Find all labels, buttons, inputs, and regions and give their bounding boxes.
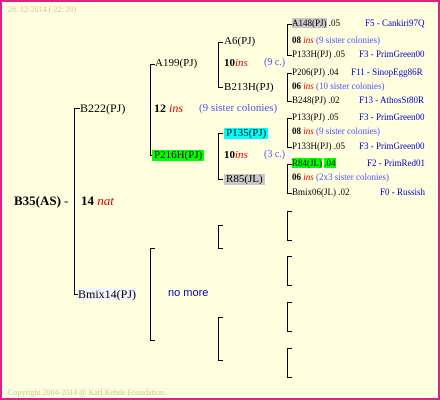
connector bbox=[218, 42, 219, 87]
root-separator: - bbox=[64, 193, 69, 208]
g3b-year: 10ins bbox=[224, 149, 248, 161]
connector bbox=[218, 317, 223, 318]
connector bbox=[218, 317, 219, 360]
connector bbox=[150, 248, 151, 340]
root-year: 14 nat bbox=[81, 193, 114, 208]
g5-row-8[interactable]: Bmix06(JL) .02 bbox=[292, 188, 350, 197]
g4a-colonies: (9 c.) bbox=[264, 57, 286, 68]
g4d-name[interactable]: R85(JL) bbox=[224, 174, 265, 185]
g5-row-1[interactable]: A148(PJ) .05 bbox=[292, 18, 340, 28]
connector bbox=[287, 211, 288, 240]
connector bbox=[218, 225, 219, 248]
g5-ref-3[interactable]: F11 - SinopEgg86R bbox=[351, 68, 423, 77]
pedigree-frame: 28. 12-2014 ( 22: 20) Copyright 2004-201… bbox=[0, 0, 440, 400]
g5-ref-5[interactable]: F3 - PrimGreen00 bbox=[359, 113, 425, 122]
connector bbox=[287, 240, 292, 241]
g4b-name[interactable]: B213H(PJ) bbox=[224, 82, 274, 93]
g5-ins-1: 08 ins (9 sister colonies) bbox=[292, 35, 380, 45]
g5-ref-7[interactable]: F2 - PrimRed01 bbox=[367, 159, 425, 168]
g3b-colonies: (3 c.) bbox=[264, 149, 286, 160]
g5-row-5[interactable]: P133(PJ) .05 bbox=[292, 113, 339, 122]
connector bbox=[218, 133, 223, 134]
g5-ref-8[interactable]: F0 - Russish bbox=[380, 188, 425, 197]
connector bbox=[218, 133, 219, 179]
connector bbox=[287, 348, 288, 377]
g4a-name[interactable]: A6(PJ) bbox=[224, 36, 255, 47]
connector bbox=[287, 302, 292, 303]
connector bbox=[218, 248, 223, 249]
g5-ref-6[interactable]: F3 - PrimGreen00 bbox=[359, 142, 425, 151]
connector bbox=[287, 256, 288, 285]
connector bbox=[218, 360, 223, 361]
connector bbox=[287, 24, 288, 55]
connector bbox=[150, 248, 155, 249]
connector bbox=[218, 179, 223, 180]
connector bbox=[150, 64, 151, 155]
dam-colonies: (9 sister colonies) bbox=[199, 102, 278, 114]
connector bbox=[287, 211, 292, 212]
g5-row-2[interactable]: P133H(PJ) .05 bbox=[292, 50, 345, 59]
copyright-notice: Copyright 2004-2014 @ Karl Kehde Foundat… bbox=[8, 388, 167, 397]
g5-ins-2: 06 ins (10 sister colonies) bbox=[292, 81, 385, 91]
no-more-label: no more bbox=[168, 287, 209, 299]
connector bbox=[287, 377, 292, 378]
dam-year: 12 ins bbox=[154, 101, 184, 115]
g3a-name[interactable]: A199(PJ) bbox=[155, 58, 197, 69]
root-queen-name[interactable]: B35(AS) bbox=[14, 194, 61, 207]
connector bbox=[218, 42, 223, 43]
connector bbox=[287, 164, 288, 193]
connector bbox=[218, 87, 223, 88]
g5-row-6[interactable]: P133H(PJ) .05 bbox=[292, 142, 345, 151]
drone-side-name[interactable]: Bmix14(PJ) bbox=[78, 288, 137, 300]
connector bbox=[74, 108, 75, 294]
g5-row-7[interactable]: R84(JL) .04 bbox=[292, 158, 336, 168]
g5-ref-1[interactable]: F5 - Cankiri97Q bbox=[365, 19, 425, 28]
connector bbox=[150, 340, 155, 341]
g5-row-3[interactable]: P206(PJ) .04 bbox=[292, 68, 339, 77]
date-stamp: 28. 12-2014 ( 22: 20) bbox=[8, 5, 77, 14]
g5-ref-2[interactable]: F3 - PrimGreen00 bbox=[359, 50, 425, 59]
g3b-name[interactable]: P216H(PJ) bbox=[152, 150, 205, 161]
connector bbox=[287, 118, 288, 147]
connector bbox=[287, 302, 288, 331]
g5-ref-4[interactable]: F13 - AthosSt80R bbox=[359, 96, 424, 105]
connector bbox=[287, 73, 288, 101]
g5-ins-3: 08 ins (9 sister colonies) bbox=[292, 126, 380, 136]
g4a-year: 10ins bbox=[224, 57, 248, 69]
connector bbox=[287, 348, 292, 349]
connector bbox=[287, 285, 292, 286]
connector bbox=[287, 331, 292, 332]
connector bbox=[218, 225, 223, 226]
connector bbox=[287, 256, 292, 257]
g4c-name[interactable]: P135(PJ) bbox=[224, 128, 269, 139]
g5-ins-4: 06 ins (2x3 sister colonies) bbox=[292, 172, 389, 182]
g5-row-4[interactable]: B248(PJ) .02 bbox=[292, 96, 340, 105]
dam-name[interactable]: B222(PJ) bbox=[80, 102, 125, 114]
